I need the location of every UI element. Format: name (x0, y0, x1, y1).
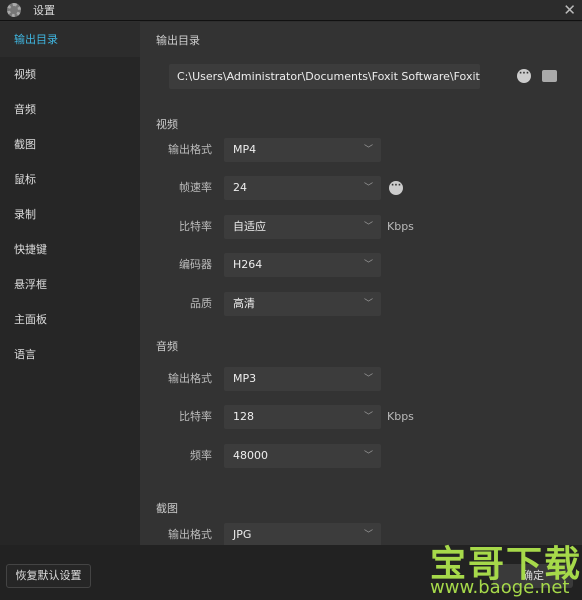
chevron-down-icon: ﹀ (363, 374, 373, 384)
audio-frequency-label: 频率 (190, 449, 212, 462)
audio-bitrate-unit: Kbps (387, 410, 414, 423)
audio-heading: 音频 (156, 340, 178, 353)
folder-icon[interactable] (542, 70, 557, 82)
video-bitrate-label: 比特率 (179, 220, 212, 233)
audio-format-select[interactable]: MP3 ﹀ (224, 367, 381, 391)
audio-frequency-select[interactable]: 48000 ﹀ (224, 444, 381, 468)
sidebar-item-record[interactable]: 录制 (0, 197, 140, 232)
sidebar-item-video[interactable]: 视频 (0, 57, 140, 92)
output-path-input[interactable]: C:\Users\Administrator\Documents\Foxit S… (169, 64, 480, 89)
audio-bitrate-select[interactable]: 128 ﹀ (224, 405, 381, 429)
sidebar-item-screenshot[interactable]: 截图 (0, 127, 140, 162)
sidebar-item-main-panel[interactable]: 主面板 (0, 302, 140, 337)
audio-format-label: 输出格式 (168, 372, 212, 385)
more-icon[interactable]: ··· (389, 181, 403, 195)
video-encoder-label: 编码器 (179, 258, 212, 271)
chevron-down-icon: ﹀ (363, 222, 373, 232)
sidebar-item-mouse[interactable]: 鼠标 (0, 162, 140, 197)
video-format-select[interactable]: MP4 ﹀ (224, 138, 381, 162)
video-quality-select[interactable]: 高清 ﹀ (224, 292, 381, 316)
audio-bitrate-label: 比特率 (179, 410, 212, 423)
video-encoder-value: H264 (233, 258, 263, 271)
video-bitrate-select[interactable]: 自适应 ﹀ (224, 215, 381, 239)
sidebar-item-floating[interactable]: 悬浮框 (0, 267, 140, 302)
video-quality-value: 高清 (233, 297, 255, 310)
ok-button[interactable]: 确定 (493, 564, 573, 588)
video-bitrate-unit: Kbps (387, 220, 414, 233)
audio-frequency-value: 48000 (233, 449, 268, 462)
chevron-down-icon: ﹀ (363, 260, 373, 270)
sidebar-item-hotkeys[interactable]: 快捷键 (0, 232, 140, 267)
screenshot-format-select[interactable]: JPG ﹀ (224, 523, 381, 545)
chevron-down-icon: ﹀ (363, 299, 373, 309)
video-fps-label: 帧速率 (179, 181, 212, 194)
sidebar-item-language[interactable]: 语言 (0, 337, 140, 372)
more-icon[interactable]: ··· (517, 69, 531, 83)
settings-panel: 输出目录 C:\Users\Administrator\Documents\Fo… (140, 22, 582, 545)
video-heading: 视频 (156, 118, 178, 131)
chevron-down-icon: ﹀ (363, 145, 373, 155)
audio-format-value: MP3 (233, 372, 257, 385)
gear-icon (7, 3, 21, 17)
chevron-down-icon: ﹀ (363, 183, 373, 193)
video-fps-value: 24 (233, 181, 247, 194)
video-format-value: MP4 (233, 143, 257, 156)
screenshot-heading: 截图 (156, 502, 178, 515)
title-bar: 设置 ✕ (0, 0, 582, 21)
output-heading: 输出目录 (156, 34, 200, 47)
screenshot-format-label: 输出格式 (168, 528, 212, 541)
sidebar-item-audio[interactable]: 音频 (0, 92, 140, 127)
audio-bitrate-value: 128 (233, 410, 254, 423)
video-quality-label: 品质 (190, 297, 212, 310)
video-bitrate-value: 自适应 (233, 220, 266, 233)
sidebar: 输出目录 视频 音频 截图 鼠标 录制 快捷键 悬浮框 主面板 语言 (0, 22, 140, 545)
chevron-down-icon: ﹀ (363, 451, 373, 461)
video-format-label: 输出格式 (168, 143, 212, 156)
video-encoder-select[interactable]: H264 ﹀ (224, 253, 381, 277)
footer: 恢复默认设置 确定 (0, 545, 582, 600)
close-icon[interactable]: ✕ (563, 1, 576, 19)
reset-defaults-button[interactable]: 恢复默认设置 (6, 564, 91, 588)
chevron-down-icon: ﹀ (363, 530, 373, 540)
screenshot-format-value: JPG (233, 528, 252, 541)
video-fps-select[interactable]: 24 ﹀ (224, 176, 381, 200)
sidebar-item-output[interactable]: 输出目录 (0, 22, 140, 57)
window-title: 设置 (33, 4, 55, 17)
chevron-down-icon: ﹀ (363, 412, 373, 422)
